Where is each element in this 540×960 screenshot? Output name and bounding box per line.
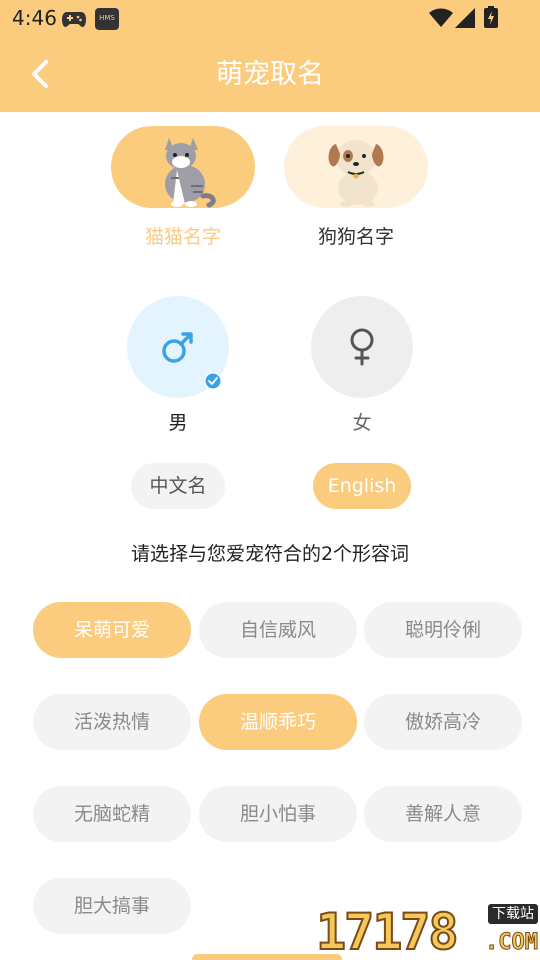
hms-icon: HMS [95,8,119,30]
adjective-tag[interactable]: 胆大搞事 [33,878,191,934]
adjective-tag[interactable]: 胆小怕事 [199,786,357,842]
wifi-icon [429,8,453,32]
site-watermark: 17178 下载站 .COM [315,902,540,960]
female-symbol-icon [350,328,374,366]
gender-male-option[interactable] [127,296,229,398]
dog-icon [328,140,384,207]
app-header: 4:46 HMS 萌宠取名 [0,0,540,112]
page-title: 萌宠取名 [216,59,324,90]
cat-names-label: 猫猫名字 [144,226,221,248]
gender-female-option[interactable] [311,296,413,398]
dog-names-option[interactable] [284,126,428,208]
status-time: 4:46 [12,6,57,30]
hms-label: HMS [99,14,115,22]
signal-icon [455,8,475,32]
adjective-tag[interactable]: 傲娇高冷 [364,694,522,750]
adjective-tag[interactable]: 温顺乖巧 [199,694,357,750]
adjective-tag[interactable]: 活泼热情 [33,694,191,750]
adjective-tag[interactable]: 善解人意 [364,786,522,842]
adjective-prompt: 请选择与您爱宠符合的2个形容词 [130,543,410,565]
watermark-badge: 下载站 [488,904,538,924]
watermark-suffix: .COM [485,930,539,956]
gamepad-icon [62,10,86,32]
english-name-option[interactable]: English [313,463,411,509]
dog-names-label: 狗狗名字 [317,226,394,248]
chinese-name-option[interactable]: 中文名 [131,463,225,509]
check-badge-icon [204,372,222,390]
adjective-tag[interactable]: 聪明伶俐 [364,602,522,658]
battery-icon [484,6,498,32]
adjective-tag[interactable]: 无脑蛇精 [33,786,191,842]
adjective-tag[interactable]: 呆萌可爱 [33,602,191,658]
cat-icon [165,138,216,208]
gender-male-label: 男 [168,412,188,434]
adjective-tag[interactable]: 自信威风 [199,602,357,658]
cat-names-option[interactable] [111,126,255,208]
watermark-number: 17178 [315,903,460,960]
gender-female-label: 女 [352,412,372,434]
